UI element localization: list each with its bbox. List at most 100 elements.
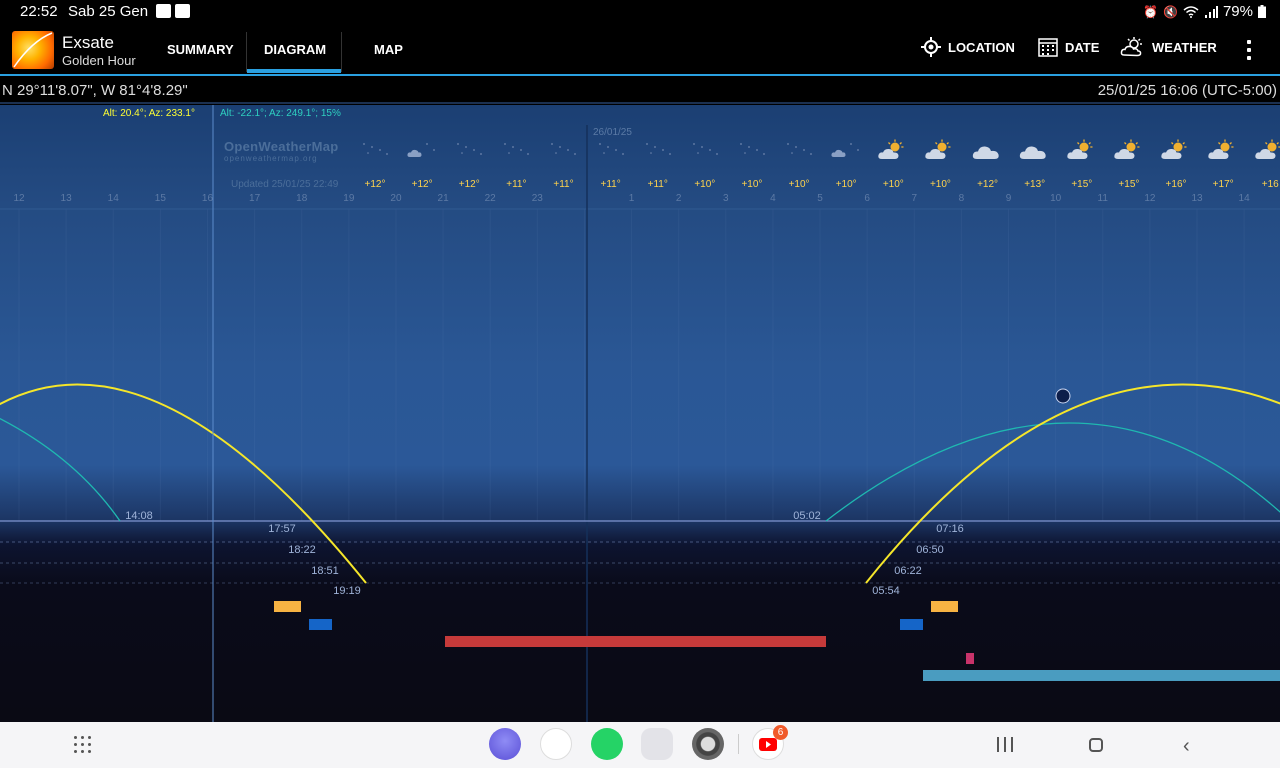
calendar-icon [1038,38,1058,57]
temperature-value: +10° [741,179,763,190]
temperature-value: +11° [553,179,574,190]
sun-moon-diagram[interactable]: Alt: 20.4°; Az: 233.1° Alt: -22.1°; Az: … [0,105,1280,722]
civil-dawn-time: 06:50 [916,544,944,556]
camera-app-icon[interactable] [692,728,724,760]
hour-tick-label: 1 [628,193,635,204]
night-clear-icon [645,143,671,155]
moon-path-today [0,417,121,522]
mute-icon: 🔇 [1163,4,1178,19]
tab-diagram[interactable]: DIAGRAM [264,42,326,57]
selected-datetime[interactable]: 25/01/25 16:06 (UTC-5:00) [1098,82,1277,99]
nautical-dusk-time: 18:51 [311,565,339,577]
hour-tick-label: 2 [675,193,682,204]
recent-apps-icon[interactable] [997,737,1013,753]
hour-tick-label: 6 [864,193,870,204]
tab-divider [246,32,247,72]
status-date: Sab 25 Gen [68,3,149,20]
temperature-value: +10° [788,179,810,190]
moonset-time: 14:08 [125,510,153,522]
night-clear-icon [504,143,530,155]
night-clear-icon [457,143,483,155]
tab-map[interactable]: MAP [374,42,403,57]
night-cloud-icon [407,143,436,157]
sun-cloud-icon [1114,139,1140,159]
temperature-value: +17° [1212,179,1234,190]
crosshair-icon [921,37,941,57]
weather-label: WEATHER [1152,39,1217,55]
app-name: Exsate [62,33,114,52]
temperature-value: +11° [600,179,621,190]
hour-tick-label: 16 [201,193,214,204]
blue-hour-bar-evening [309,619,332,630]
diagram-canvas[interactable] [0,105,1280,722]
sun-altitude-readout: Alt: 20.4°; Az: 233.1° [103,108,195,119]
golden-hour-bar-morning [931,601,958,612]
sun-cloud-icon [878,139,904,159]
date-button[interactable]: DATE [1037,36,1099,58]
app-drawer-icon[interactable] [74,736,92,754]
alarm-icon: ⏰ [1143,4,1159,19]
hour-tick-label: 22 [484,193,496,204]
location-button[interactable]: LOCATION [920,36,1015,58]
temperature-value: +11° [647,179,668,190]
hour-tick-label: 7 [911,193,918,204]
gallery-icon [156,4,171,18]
tab-divider [341,32,342,72]
weather-updated-time: Updated 25/01/25 22:49 [231,179,339,190]
app-bar: Exsate Golden Hour SUMMARY DIAGRAM MAP L… [0,24,1280,76]
hour-tick-label: 5 [817,193,823,204]
temperature-value: +16 [1261,179,1279,190]
hour-tick-label: 15 [154,193,166,204]
hour-tick-label: 13 [60,193,72,204]
youtube-icon [175,4,190,18]
hour-tick-label: 20 [390,193,402,204]
night-clear-icon [551,143,577,155]
battery-icon [1258,5,1266,18]
night-cloud-icon [831,143,860,157]
weather-provider-url: openweathermap.org [224,154,318,163]
app-folder-icon[interactable] [641,728,673,760]
whatsapp-icon[interactable] [591,728,623,760]
app-subtitle: Golden Hour [62,53,136,68]
shield-app-icon[interactable] [540,728,572,760]
wifi-icon [1183,5,1199,18]
tab-summary[interactable]: SUMMARY [167,42,234,57]
sun-cloud-icon [1161,139,1187,159]
status-bar: 22:52 Sab 25 Gen ⏰ 🔇 79% [0,0,1280,24]
moon-position-icon [1055,388,1071,404]
sun-cloud-icon [1120,37,1142,57]
system-nav-bar: 6 ‹ [0,722,1280,768]
cloud-icon [972,146,999,159]
back-icon[interactable]: ‹ [1183,735,1190,758]
active-tab-indicator [247,69,341,73]
temperature-value: +10° [694,179,716,190]
sun-cloud-icon [925,139,951,159]
hour-tick-label: 8 [958,193,965,204]
battery-percent: 79% [1222,3,1253,20]
location-label: LOCATION [948,39,1015,55]
night-clear-icon [363,143,388,155]
hour-tick-label: 12 [13,193,25,204]
hour-tick-label: 11 [1097,193,1108,204]
nautical-dawn-time: 06:22 [894,565,922,577]
hour-tick-label: 4 [770,193,776,204]
temperature-value: +12° [458,179,480,190]
sun-cloud-icon [1208,139,1234,159]
overflow-menu-icon[interactable] [1246,40,1252,60]
youtube-notification-badge: 6 [773,725,788,740]
date-label: DATE [1065,39,1100,55]
moon-altitude-readout: Alt: -22.1°; Az: 249.1°; 15% [220,108,341,119]
civil-dusk-time: 18:22 [288,544,316,556]
coordinate-bar: N 29°11'8.07", W 81°4'8.29" 25/01/25 16:… [0,78,1280,104]
status-notification-icons [156,4,190,18]
app-logo-icon [12,31,54,69]
hour-tick-label: 10 [1050,193,1062,204]
weather-button[interactable]: WEATHER [1120,36,1217,58]
temperature-value: +12° [977,179,999,190]
location-coordinates[interactable]: N 29°11'8.07", W 81°4'8.29" [2,82,188,99]
samsung-internet-icon[interactable] [489,728,521,760]
hour-tick-label: 14 [107,193,119,204]
moon-path-tomorrow [825,422,1280,522]
hour-tick-label: 12 [1144,193,1156,204]
home-icon[interactable] [1089,738,1103,752]
